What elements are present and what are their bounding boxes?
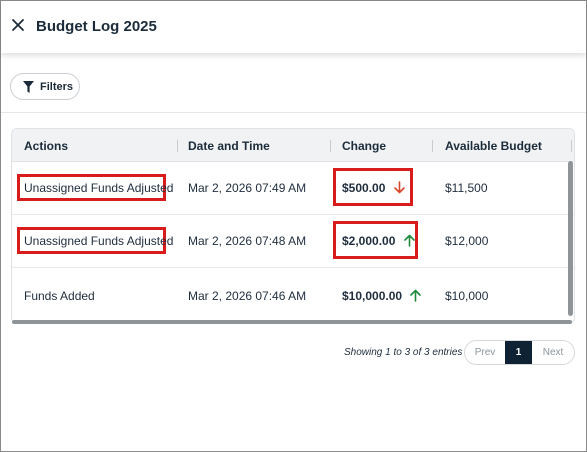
table-row[interactable]: Funds Added Mar 2, 2026 07:46 AM $10,000… bbox=[12, 268, 574, 321]
change-amount: $10,000.00 bbox=[342, 289, 403, 304]
column-header-actions[interactable]: Actions bbox=[24, 139, 68, 153]
column-header-available-budget[interactable]: Available Budget bbox=[445, 139, 542, 153]
change-cell: $2,000.00 bbox=[342, 234, 415, 250]
horizontal-scrollbar[interactable] bbox=[12, 320, 572, 324]
available-budget-cell: $11,500 bbox=[445, 181, 488, 195]
divider bbox=[1, 112, 586, 113]
datetime-cell: Mar 2, 2026 07:49 AM bbox=[188, 181, 307, 195]
pagination-summary: Showing 1 to 3 of 3 entries bbox=[344, 347, 463, 358]
filters-label: Filters bbox=[40, 80, 74, 93]
table-row[interactable]: Unassigned Funds Adjusted Mar 2, 2026 07… bbox=[12, 162, 574, 215]
page-title: Budget Log 2025 bbox=[36, 18, 157, 35]
close-icon[interactable] bbox=[10, 17, 26, 33]
arrow-down-icon bbox=[393, 181, 405, 197]
next-page-button[interactable]: Next bbox=[532, 341, 574, 364]
column-header-change[interactable]: Change bbox=[342, 139, 386, 153]
budget-log-table: Actions Date and Time Change Available B… bbox=[11, 128, 575, 324]
column-divider bbox=[177, 140, 178, 152]
change-amount: $500.00 bbox=[342, 181, 386, 196]
pagination: Prev 1 Next bbox=[464, 340, 575, 365]
table-header: Actions Date and Time Change Available B… bbox=[12, 129, 574, 162]
table-row[interactable]: Unassigned Funds Adjusted Mar 2, 2026 07… bbox=[12, 215, 574, 268]
column-header-date-time[interactable]: Date and Time bbox=[188, 139, 270, 153]
column-divider bbox=[432, 140, 433, 152]
column-divider bbox=[330, 140, 331, 152]
change-cell: $500.00 bbox=[342, 181, 405, 197]
page-1-button[interactable]: 1 bbox=[505, 341, 532, 364]
column-divider bbox=[571, 140, 572, 152]
filters-button[interactable]: Filters bbox=[10, 73, 80, 100]
available-budget-cell: $12,000 bbox=[445, 234, 489, 248]
action-cell: Unassigned Funds Adjusted bbox=[24, 234, 174, 248]
arrow-up-icon bbox=[410, 289, 422, 305]
arrow-up-icon bbox=[403, 234, 415, 250]
change-cell: $10,000.00 bbox=[342, 289, 422, 305]
prev-page-button[interactable]: Prev bbox=[465, 341, 505, 364]
available-budget-cell: $10,000 bbox=[445, 289, 489, 303]
datetime-cell: Mar 2, 2026 07:46 AM bbox=[188, 289, 307, 303]
vertical-scrollbar[interactable] bbox=[568, 161, 573, 316]
filter-icon bbox=[23, 80, 34, 93]
action-cell: Unassigned Funds Adjusted bbox=[24, 181, 174, 195]
action-cell: Funds Added bbox=[24, 289, 95, 303]
modal-header: Budget Log 2025 bbox=[1, 1, 586, 53]
change-amount: $2,000.00 bbox=[342, 234, 396, 249]
datetime-cell: Mar 2, 2026 07:48 AM bbox=[188, 234, 307, 248]
